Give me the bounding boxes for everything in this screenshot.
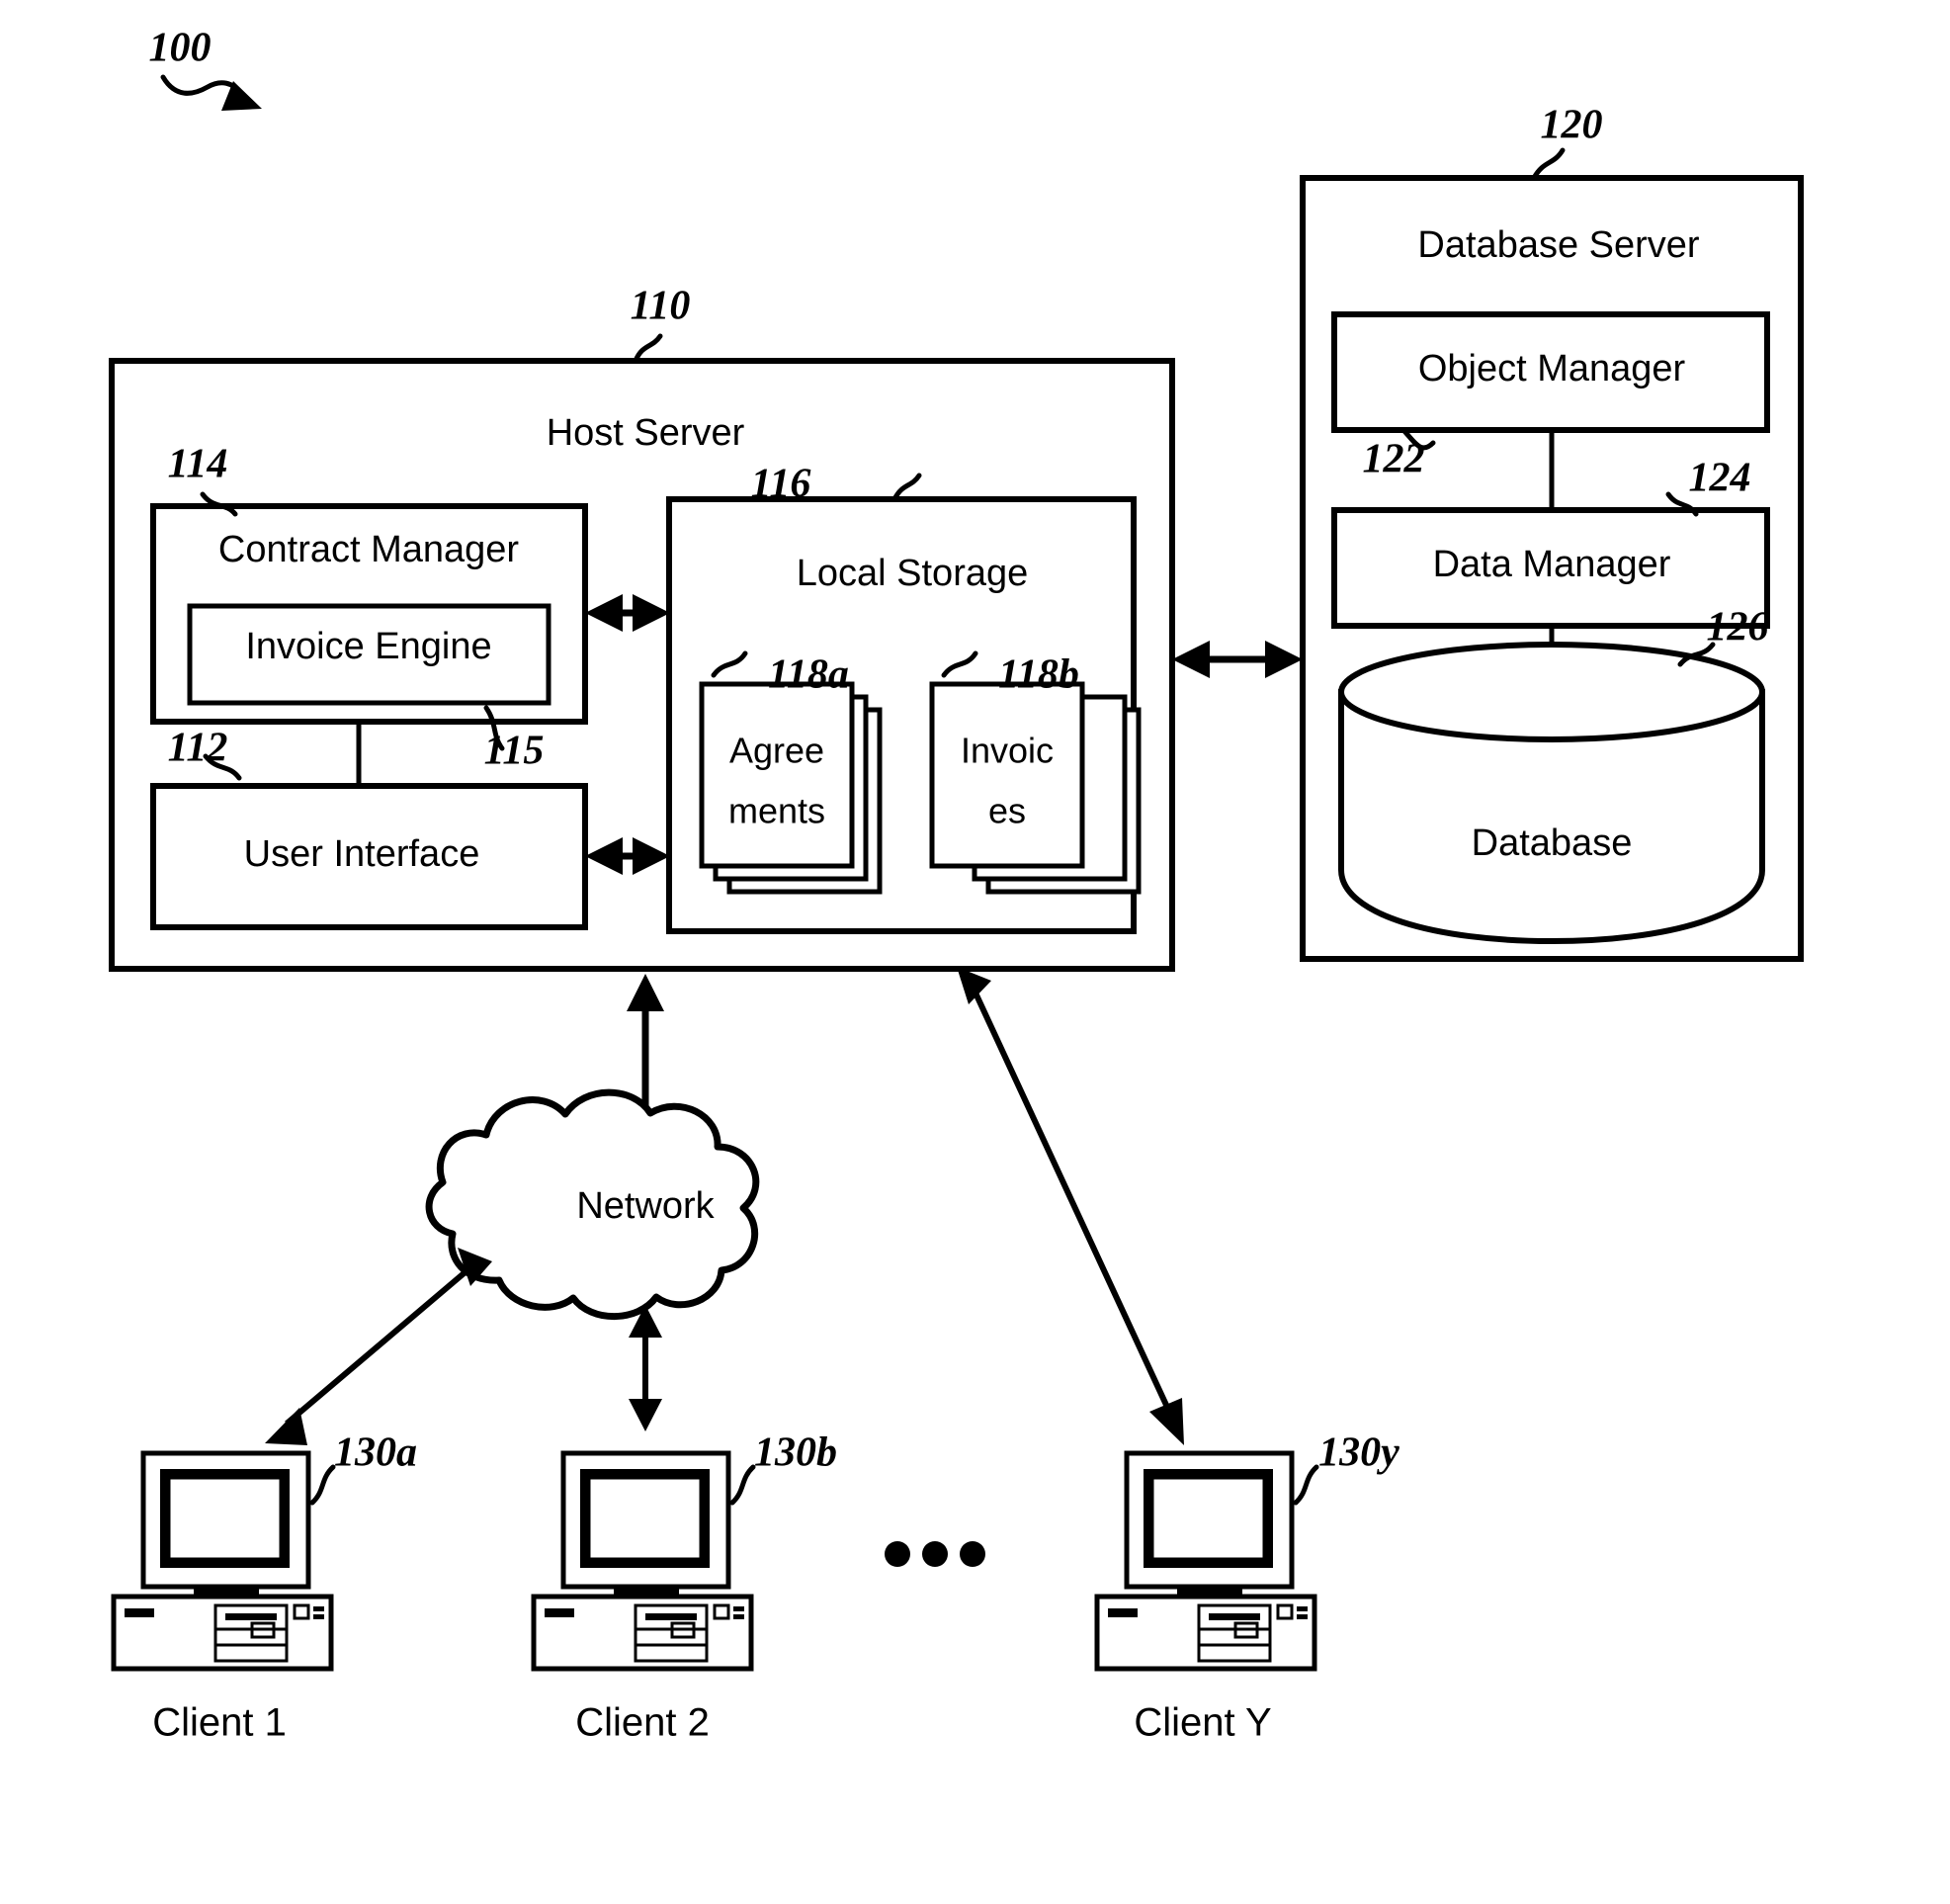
local-storage-ref: 116: [751, 462, 811, 507]
arrow-ui-localstorage: [585, 837, 670, 875]
client-2-ref: 130b: [754, 1430, 837, 1476]
client-2-ref-lead: [729, 1464, 756, 1506]
agreements-label-line2: ments: [728, 791, 825, 831]
figure-ref-number: 100: [149, 26, 212, 71]
user-interface-ref: 112: [168, 726, 228, 771]
invoices-ref-lead: [941, 650, 978, 678]
client-y-ref: 130y: [1318, 1430, 1399, 1476]
clients-ellipsis: [885, 1541, 985, 1567]
arrow-network-client1: [265, 1248, 492, 1445]
network-label: Network: [576, 1185, 715, 1227]
client-1-ref-lead: [309, 1464, 336, 1506]
user-interface-label: User Interface: [244, 833, 480, 875]
agreements-ref-lead: [711, 650, 748, 678]
host-server-ref: 110: [631, 284, 691, 329]
host-server-label: Host Server: [547, 412, 745, 454]
host-server-ref-lead: [633, 333, 663, 364]
local-storage-ref-lead: [891, 473, 922, 502]
client-1-label: Client 1: [152, 1701, 287, 1745]
invoice-engine-ref: 115: [484, 729, 545, 774]
arrow-cm-localstorage: [585, 594, 670, 632]
agreements-stack: [699, 681, 883, 895]
database-server-label: Database Server: [1417, 224, 1699, 266]
client-2-label: Client 2: [575, 1701, 710, 1745]
client-y-computer: [1094, 1450, 1317, 1672]
invoices-stack: [929, 681, 1142, 895]
invoices-ref: 118b: [998, 652, 1079, 698]
database-server-ref-lead: [1531, 147, 1566, 181]
agreements-ref: 118a: [768, 652, 849, 698]
contract-manager-label: Contract Manager: [218, 529, 519, 570]
arrow-host-database: [1172, 641, 1303, 678]
database-label: Database: [1472, 822, 1633, 864]
invoice-engine-label: Invoice Engine: [245, 626, 491, 667]
object-manager-label: Object Manager: [1418, 348, 1686, 389]
client-1-computer: [111, 1450, 334, 1672]
invoices-label-line1: Invoic: [961, 731, 1054, 771]
contract-manager-ref: 114: [168, 442, 228, 487]
database-ref: 126: [1707, 605, 1769, 650]
data-manager-label: Data Manager: [1433, 544, 1671, 585]
database-cylinder: [1338, 642, 1765, 945]
figure-ref-arrow: [160, 74, 262, 111]
object-manager-ref: 122: [1363, 437, 1425, 482]
database-server-ref: 120: [1541, 103, 1603, 148]
client-y-label: Client Y: [1134, 1701, 1271, 1745]
patent-figure: 100 Host Server 110 Contract Manager 114…: [0, 0, 1950, 1904]
diagram-canvas: 100 Host Server 110 Contract Manager 114…: [109, 26, 1804, 1745]
client-1-ref: 130a: [334, 1430, 417, 1476]
agreements-label-line1: Agree: [729, 731, 824, 771]
local-storage-label: Local Storage: [797, 553, 1029, 594]
client-2-computer: [531, 1450, 754, 1672]
arrow-network-client2: [629, 1305, 662, 1431]
client-y-ref-lead: [1293, 1464, 1319, 1506]
data-manager-ref: 124: [1689, 456, 1751, 501]
invoices-label-line2: es: [988, 791, 1026, 831]
arrow-host-clienty: [957, 967, 1184, 1445]
